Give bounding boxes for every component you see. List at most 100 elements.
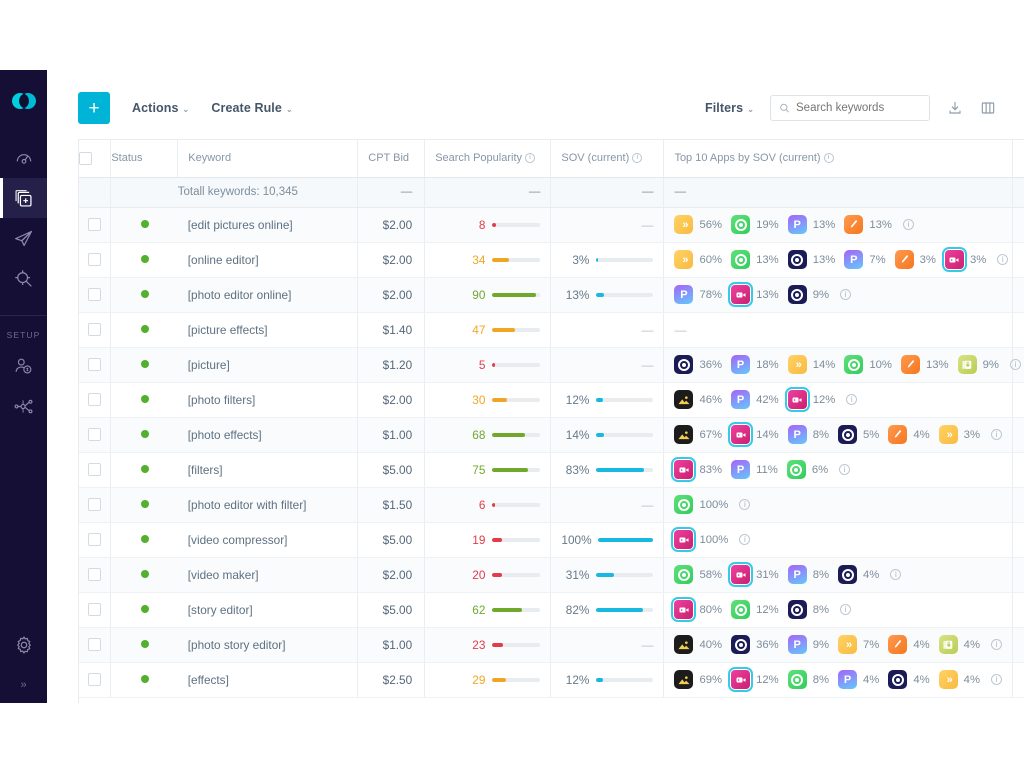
top-app-entry[interactable]: P 9% (787, 635, 829, 654)
row-select-cell[interactable] (79, 452, 112, 488)
table-row[interactable]: [photo editor with filter] $1.50 6 — 100% i (79, 487, 1024, 523)
top-app-entry[interactable]: » 4% (938, 670, 980, 689)
top-app-entry[interactable]: P 7% (844, 250, 886, 269)
info-icon[interactable]: i (890, 569, 902, 580)
cpt-bid-cell[interactable]: $2.00 (357, 242, 426, 278)
top-app-entry[interactable]: 13% (900, 355, 949, 374)
keywords-table-container[interactable]: Status Keyword CPT Bid Search Popularity… (78, 139, 1024, 703)
top-app-entry[interactable]: P 8% (787, 425, 829, 444)
top-app-entry[interactable]: P 11% (731, 460, 778, 479)
keyword-cell[interactable]: [effects] (177, 662, 359, 698)
top-app-entry[interactable]: 6% (786, 460, 828, 479)
top-app-entry[interactable]: » 60% (674, 250, 722, 269)
top-app-entry[interactable]: P 8% (787, 565, 829, 584)
cpt-bid-cell[interactable]: $2.50 (357, 662, 426, 698)
keyword-cell[interactable]: [edit pictures online] (177, 207, 359, 243)
top-app-entry[interactable]: 12% (784, 387, 835, 412)
top-app-entry[interactable]: 8% (787, 600, 829, 619)
keyword-cell[interactable]: [photo editor with filter] (177, 487, 359, 523)
top-app-entry[interactable]: P 42% (731, 390, 779, 409)
top-app-entry[interactable]: » 14% (787, 355, 835, 374)
top-app-entry[interactable]: 4% (888, 425, 930, 444)
keyword-cell[interactable]: [video compressor] (177, 522, 359, 558)
top-app-entry[interactable]: 69% (674, 670, 722, 689)
top-app-entry[interactable]: 13% (787, 250, 835, 269)
top-app-entry[interactable]: 40% (674, 635, 722, 654)
row-select-cell[interactable] (79, 522, 112, 558)
top-app-entry[interactable]: 3% (941, 247, 986, 272)
row-checkbox[interactable] (88, 253, 102, 266)
top-app-entry[interactable]: 4% (838, 565, 879, 584)
info-icon[interactable]: i (902, 219, 914, 230)
table-row[interactable]: [video maker] $2.00 20 31% 58% 31% P 8% 4% i $1,4 (79, 557, 1024, 593)
info-icon[interactable]: i (739, 499, 751, 510)
top-app-entry[interactable]: 19% (731, 215, 779, 234)
info-icon[interactable]: i (991, 639, 1002, 650)
row-select-cell[interactable] (79, 382, 112, 418)
row-select-cell[interactable] (79, 347, 112, 383)
top-app-entry[interactable]: 4% (938, 635, 980, 654)
top-app-entry[interactable]: 80% (671, 597, 722, 622)
keyword-cell[interactable]: [photo editor online] (177, 277, 359, 313)
keyword-cell[interactable]: [photo effects] (177, 417, 359, 453)
row-checkbox[interactable] (88, 568, 102, 581)
cpt-bid-cell[interactable]: $1.00 (357, 627, 426, 663)
row-checkbox[interactable] (88, 323, 102, 336)
cpt-bid-cell[interactable]: $5.00 (357, 522, 426, 558)
row-checkbox[interactable] (88, 498, 102, 511)
row-select-cell[interactable] (79, 592, 112, 628)
info-icon[interactable]: i (991, 674, 1002, 685)
top-app-entry[interactable]: 8% (787, 670, 829, 689)
table-row[interactable]: [filters] $5.00 75 83% 83% P 11% 6% i $9,5 (79, 452, 1024, 488)
sidebar-item-send[interactable] (0, 218, 47, 258)
top-app-entry[interactable]: 67% (674, 425, 722, 444)
top-app-entry[interactable]: » 3% (938, 425, 980, 444)
search-input[interactable] (796, 102, 921, 114)
keyword-cell[interactable]: [photo story editor] (177, 627, 359, 663)
info-icon[interactable]: i (840, 289, 852, 300)
column-header-keyword[interactable]: Keyword (177, 140, 359, 178)
row-checkbox[interactable] (88, 638, 102, 651)
info-icon[interactable]: i (846, 394, 858, 405)
row-checkbox[interactable] (88, 533, 102, 546)
row-select-cell[interactable] (79, 662, 112, 698)
row-select-cell[interactable] (79, 312, 112, 348)
top-app-entry[interactable]: 9% (957, 355, 999, 374)
top-app-entry[interactable]: P 4% (838, 670, 879, 689)
row-checkbox[interactable] (88, 463, 102, 476)
keyword-cell[interactable]: [online editor] (177, 242, 359, 278)
top-app-entry[interactable]: 36% (674, 355, 722, 374)
top-app-entry[interactable]: 4% (888, 635, 930, 654)
column-header-spend[interactable]: Sp (1012, 140, 1024, 178)
row-checkbox[interactable] (88, 393, 102, 406)
top-app-entry[interactable]: » 56% (674, 215, 722, 234)
top-app-entry[interactable]: 58% (674, 565, 722, 584)
top-app-entry[interactable]: 5% (838, 425, 879, 444)
cpt-bid-cell[interactable]: $1.20 (357, 347, 426, 383)
top-app-entry[interactable]: 13% (844, 215, 892, 234)
search-box[interactable] (770, 95, 930, 121)
row-select-cell[interactable] (79, 417, 112, 453)
sidebar-item-dashboard[interactable] (0, 138, 47, 178)
top-app-entry[interactable]: 100% (671, 527, 728, 552)
column-header-cpt-bid[interactable]: CPT Bid (357, 140, 426, 178)
top-app-entry[interactable]: P 18% (731, 355, 779, 374)
column-header-status[interactable]: Status (110, 140, 179, 178)
table-row[interactable]: [picture effects] $1.40 47 — — (79, 312, 1024, 348)
sidebar-item-accounts[interactable] (0, 346, 47, 386)
cpt-bid-cell[interactable]: $2.00 (357, 207, 426, 243)
info-icon[interactable]: i (997, 254, 1009, 265)
sidebar-item-campaigns[interactable] (0, 178, 47, 218)
info-icon[interactable]: i (1009, 359, 1021, 370)
cpt-bid-cell[interactable]: $2.00 (357, 557, 426, 593)
row-select-cell[interactable] (79, 207, 112, 243)
row-checkbox[interactable] (88, 358, 102, 371)
top-app-entry[interactable]: 31% (728, 562, 779, 587)
row-select-cell[interactable] (79, 487, 112, 523)
filters-dropdown[interactable]: Filters ⌄ (705, 101, 754, 115)
table-row[interactable]: [photo editor online] $2.00 90 13% P 78% 13% 9%… (79, 277, 1024, 313)
top-app-entry[interactable]: 83% (671, 457, 722, 482)
select-all-checkbox[interactable] (79, 151, 92, 165)
row-checkbox[interactable] (88, 673, 102, 686)
top-app-entry[interactable]: 10% (844, 355, 892, 374)
